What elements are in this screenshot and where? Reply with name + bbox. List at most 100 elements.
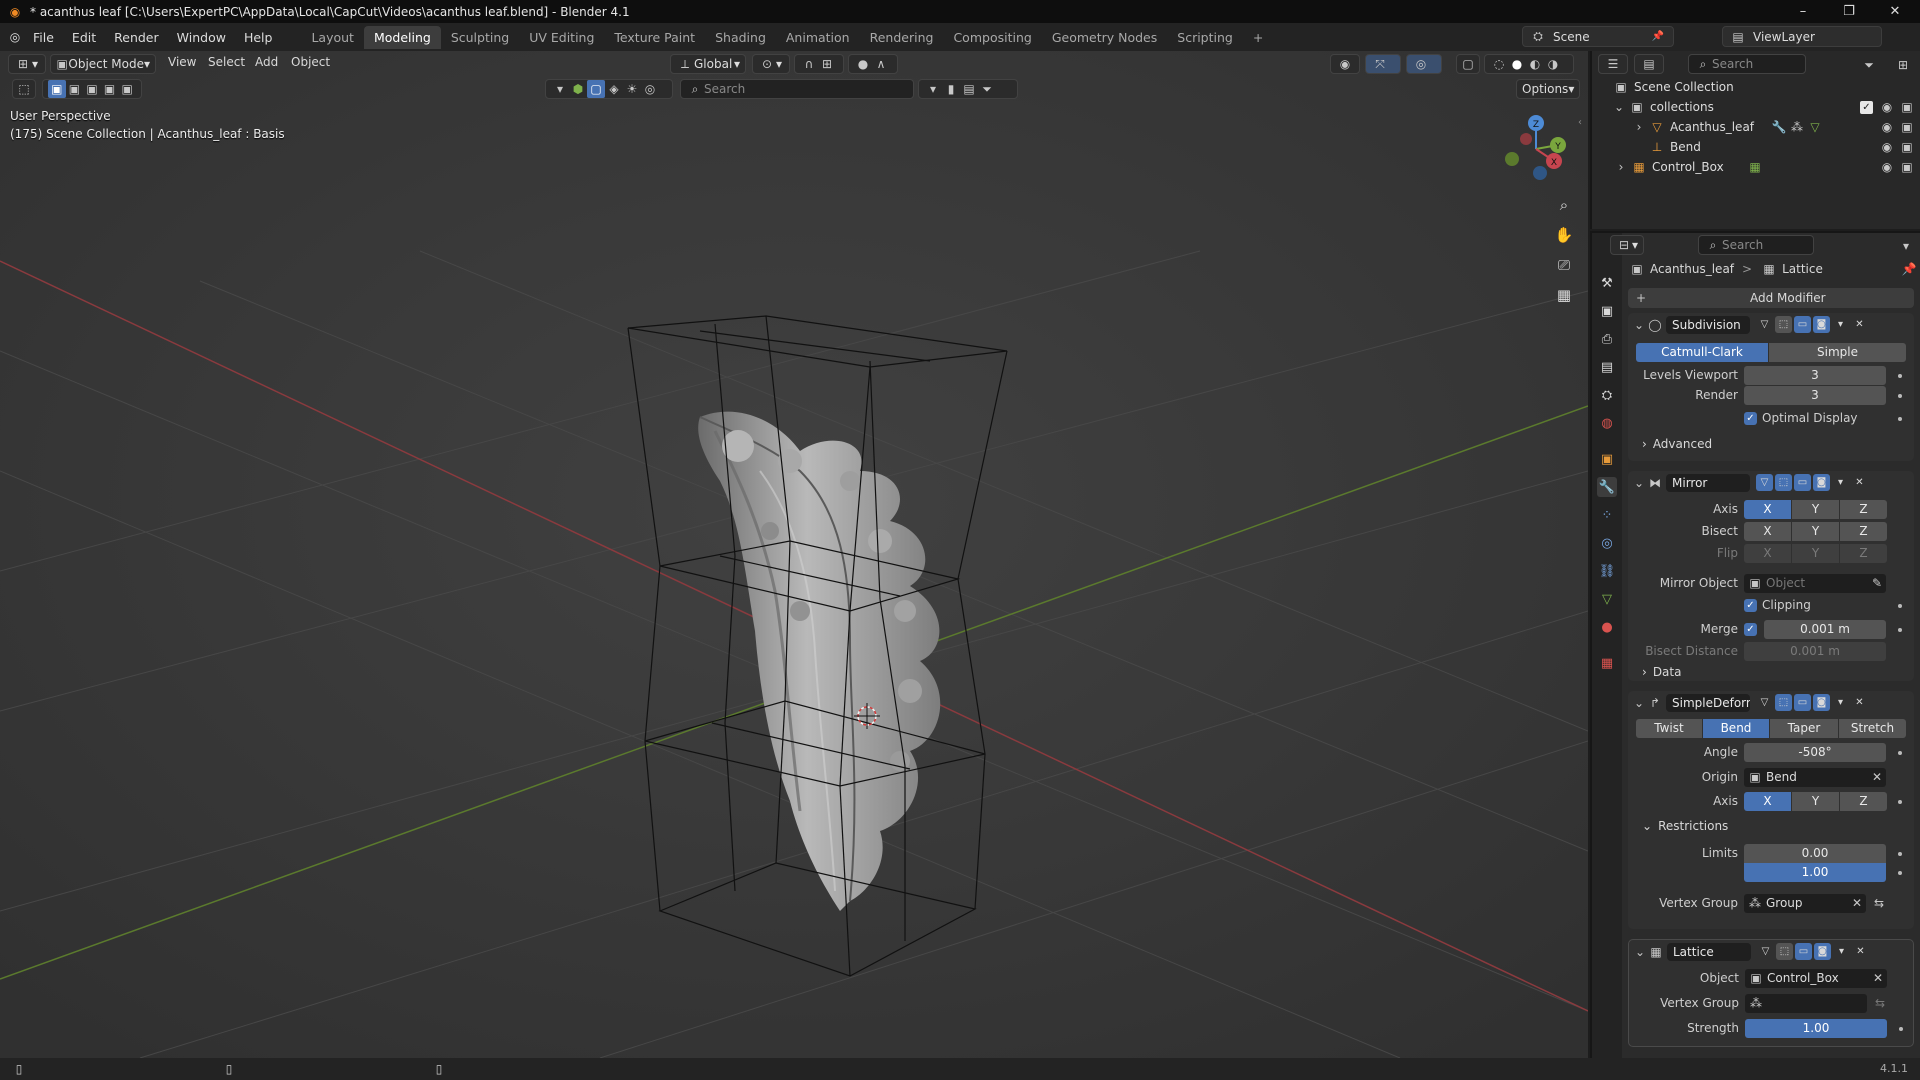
outliner-row-collections[interactable]: ⌄ ▣ collections ✓ ◉ ▣ [1592,97,1920,117]
snap-toggle[interactable]: ∩ ⊞ [794,54,844,74]
eye-icon[interactable]: ◉ [1878,158,1896,176]
remove-modifier-icon[interactable]: ✕ [1851,316,1868,333]
viewport-search-input[interactable]: ⌕ Search [680,79,914,99]
texture-tab-icon[interactable]: ▦ [1597,653,1617,673]
tab-compositing[interactable]: Compositing [943,26,1041,49]
restrictions-subpanel-toggle[interactable]: ⌄ Restrictions [1642,819,1728,833]
deform-mode-stretch[interactable]: Stretch [1839,719,1906,738]
solid-shading-icon[interactable]: ● [1508,55,1526,73]
outliner-row-bend[interactable]: ⊥ Bend ◉ ▣ [1592,137,1920,157]
object-mode-dropdown[interactable]: ▣ Object Mode ▾ [50,54,156,74]
tab-uv-editing[interactable]: UV Editing [519,26,604,49]
sidebar-toggle-chevron-icon[interactable]: ‹ [1578,117,1588,128]
realtime-icon[interactable]: ▭ [1794,316,1811,333]
data-subpanel-toggle[interactable]: › Data [1642,665,1681,679]
simpledeform-name-field[interactable]: SimpleDeform [1666,694,1750,712]
object-tab-icon[interactable]: ▣ [1597,449,1617,469]
editor-type-button[interactable]: ⊞ ▾ [8,54,46,74]
render-camera-icon[interactable]: ▣ [1898,138,1916,156]
chevron-down-icon[interactable]: ▾ [1897,237,1915,255]
mirror-axis-z[interactable]: Z [1840,500,1887,519]
merge-distance-field[interactable]: 0.001 m [1764,620,1886,639]
viewport-menu-object[interactable]: Object [291,55,330,69]
navigation-gizmo[interactable]: Z Y X [1496,109,1576,189]
modifier-wrench-icon[interactable]: 🔧 [1770,118,1788,136]
scene-tab-icon[interactable]: ⛭ [1597,385,1617,405]
clipping-checkbox[interactable]: ✓ [1744,599,1757,612]
eye-icon[interactable]: ◉ [1878,118,1896,136]
pin-icon[interactable]: 📌 [1900,260,1918,278]
filter-icon[interactable]: ⏷ [1860,56,1878,74]
zoom-icon[interactable]: ⌕ [1551,192,1577,218]
mirror-flip-z[interactable]: Z [1840,544,1887,563]
subdivision-type-simple[interactable]: Simple [1769,343,1906,362]
wireframe-shading-icon[interactable]: ◌ [1490,55,1508,73]
edit-mode-icon[interactable]: ⬚ [1775,694,1792,711]
select-tool-button[interactable]: ⬚ [12,79,36,99]
light-icon[interactable]: ☀ [623,80,641,98]
vertex-group-icon[interactable]: ⁂ [1788,118,1806,136]
filter-group[interactable]: ▾ ▮ ▤ ⏷ [918,79,1018,99]
render-levels-field[interactable]: 3 [1744,386,1886,405]
edit-mode-icon[interactable]: ⬚ [1776,943,1793,960]
lattice-name-field[interactable]: Lattice [1667,943,1751,961]
properties-search-input[interactable]: ⌕ Search [1698,235,1814,255]
xray-toggle[interactable]: ▢ [1456,54,1480,74]
particles-tab-icon[interactable]: ⁘ [1597,505,1617,525]
tab-sculpting[interactable]: Sculpting [441,26,519,49]
mirror-header[interactable]: ⌄ ⧓ Mirror ▽ ⬚ ▭ ◙ ▾ ✕ [1628,471,1914,495]
mirror-bisect-z[interactable]: Z [1840,522,1887,541]
deform-axis-y[interactable]: Y [1792,792,1839,811]
keyframe-dot[interactable] [1898,751,1902,755]
tab-geometry-nodes[interactable]: Geometry Nodes [1042,26,1167,49]
remove-modifier-icon[interactable]: ✕ [1851,474,1868,491]
tab-shading[interactable]: Shading [705,26,776,49]
render-icon[interactable]: ◙ [1814,943,1831,960]
chevron-down-icon[interactable]: ▾ [1833,943,1850,960]
keyframe-dot[interactable] [1898,871,1902,875]
select-intersect-icon[interactable]: ▣ [118,80,136,98]
pivot-point-dropdown[interactable]: ⊙ ▾ [752,54,790,74]
modifier-tab-icon[interactable]: 🔧 [1597,477,1617,497]
menu-edit[interactable]: Edit [63,30,105,45]
menu-window[interactable]: Window [168,30,235,45]
bookmark-icon[interactable]: ▮ [942,80,960,98]
render-camera-icon[interactable]: ▣ [1898,158,1916,176]
eye-icon[interactable]: ◉ [1878,138,1896,156]
tab-animation[interactable]: Animation [776,26,860,49]
properties-editor-type-button[interactable]: ⊟ ▾ [1610,235,1644,255]
deform-mode-bend[interactable]: Bend [1703,719,1769,738]
keyframe-dot[interactable] [1898,800,1902,804]
clear-field-icon[interactable]: ✕ [1869,969,1887,987]
deform-axis-z[interactable]: Z [1840,792,1887,811]
chevron-down-icon[interactable]: ⌄ [1610,98,1628,116]
strength-field[interactable]: 1.00 [1745,1019,1887,1038]
select-subtract-icon[interactable]: ▣ [83,80,101,98]
chevron-down-icon[interactable]: ▾ [1832,316,1849,333]
invert-arrows-icon[interactable]: ⇆ [1871,994,1889,1012]
shading-mode-group[interactable]: ◌ ● ◐ ◑ [1484,54,1574,74]
tab-scripting[interactable]: Scripting [1167,26,1243,49]
camera-view-icon[interactable]: ⎚ [1551,252,1577,278]
selection-mode-group[interactable]: ▣ ▣ ▣ ▣ ▣ [42,79,142,99]
outliner-row-control-box[interactable]: › ▦ Control_Box ▦ ◉ ▣ [1592,157,1920,177]
world-tab-icon[interactable]: ◍ [1597,413,1617,433]
eye-icon[interactable]: ◉ [1878,98,1896,116]
mirror-flip-y[interactable]: Y [1792,544,1839,563]
overlay-toggle[interactable]: ◎ [1406,54,1442,74]
menu-file[interactable]: File [24,30,63,45]
edit-mode-icon[interactable]: ⬚ [1775,316,1792,333]
outliner-row-acanthus-leaf[interactable]: › ▽ Acanthus_leaf 🔧 ⁂ ▽ ◉ ▣ [1592,117,1920,137]
on-cage-icon[interactable]: ▽ [1756,694,1773,711]
viewport-menu-select[interactable]: Select [208,55,245,69]
collection-icon[interactable]: ▤ [960,80,978,98]
minimize-button[interactable]: – [1780,0,1826,23]
add-modifier-button[interactable]: + Add Modifier [1628,288,1914,308]
select-new-icon[interactable]: ▣ [48,80,66,98]
tool-tab-icon[interactable]: ⚒ [1597,273,1617,293]
display-mode-button[interactable]: ▤ [1634,54,1664,74]
chevron-right-icon[interactable]: › [1630,118,1648,136]
camera-icon[interactable]: ◎ [641,80,659,98]
menu-help[interactable]: Help [235,30,282,45]
clear-field-icon[interactable]: ✕ [1868,768,1886,786]
